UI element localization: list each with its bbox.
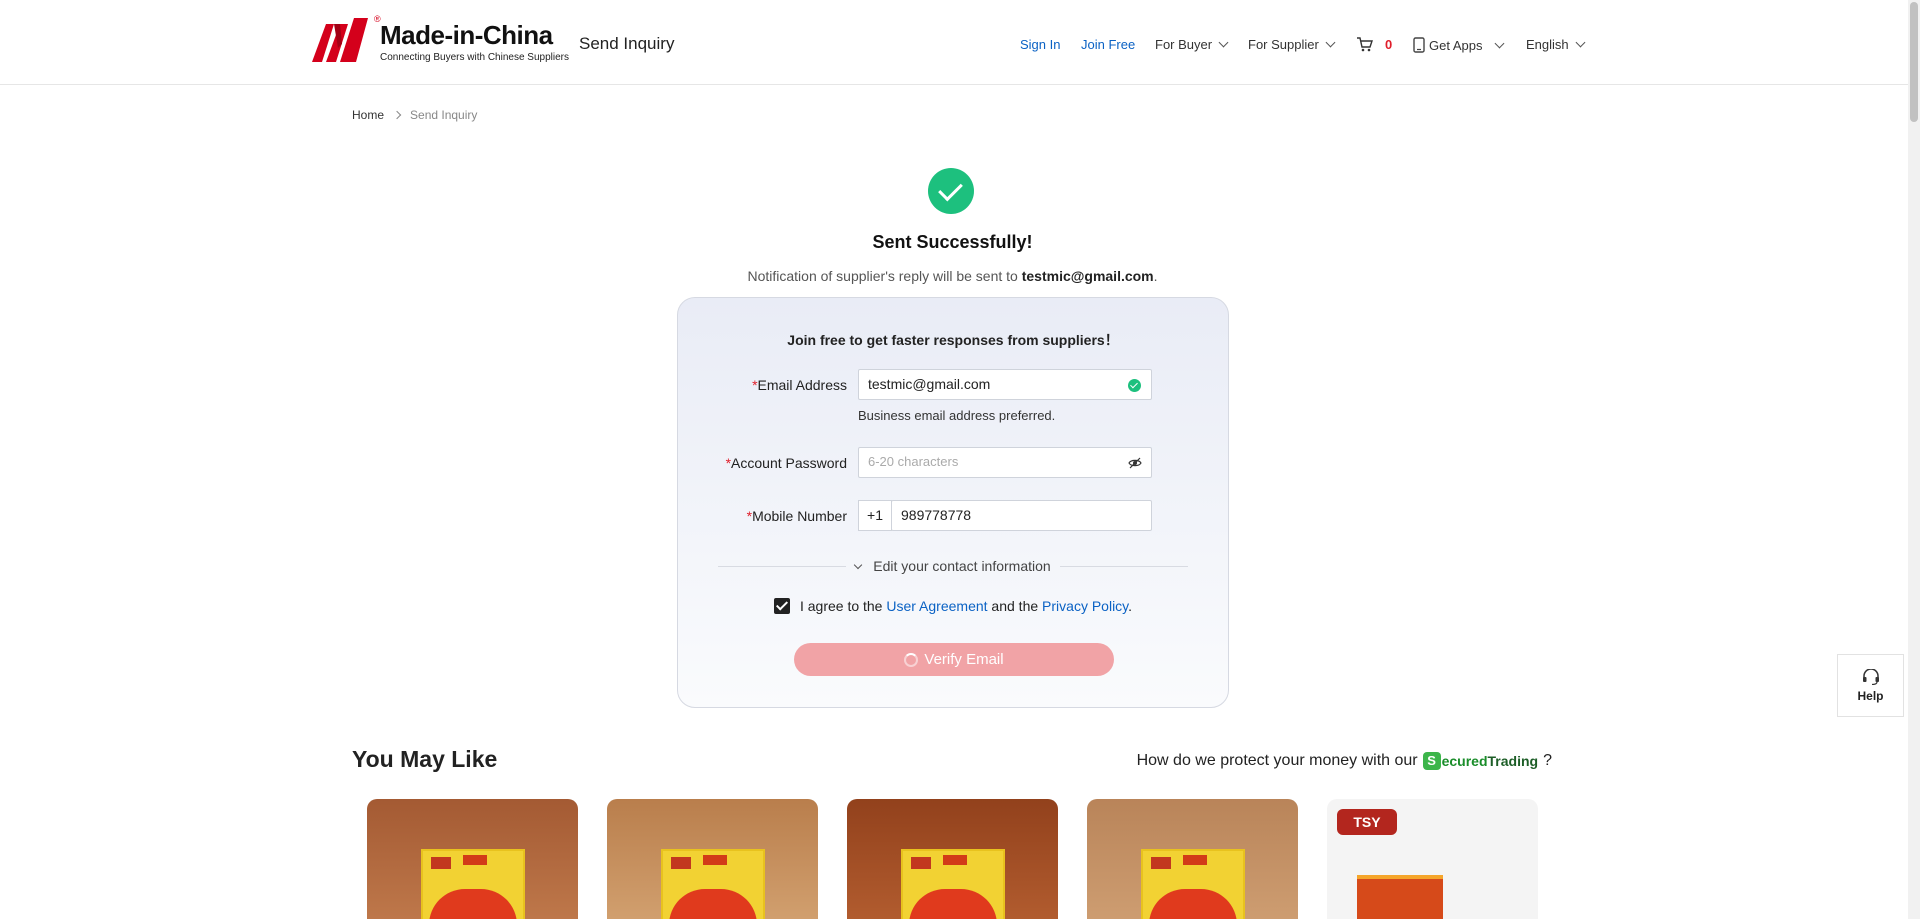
chevron-down-icon [1495, 38, 1505, 48]
eye-hidden-icon[interactable] [1128, 457, 1142, 469]
chevron-down-icon [1575, 37, 1586, 48]
agreement-text: I agree to the User Agreement and the Pr… [799, 598, 1133, 614]
secured-trading-logo: Secured Trading [1422, 752, 1538, 770]
verify-email-button[interactable]: Verify Email [794, 643, 1114, 676]
agree-checkbox[interactable] [773, 598, 790, 614]
chevron-down-icon [1218, 37, 1229, 48]
product-list: TSY [367, 799, 1538, 919]
edit-contact-toggle[interactable]: Edit your contact information [718, 558, 1188, 574]
help-button[interactable]: Help [1837, 654, 1904, 717]
breadcrumb: Home Send Inquiry [352, 108, 477, 122]
get-apps-menu[interactable]: Get Apps [1413, 37, 1505, 53]
breadcrumb-home[interactable]: Home [352, 108, 384, 122]
you-may-like-title: You May Like [352, 746, 498, 772]
country-code-select[interactable]: +1 [858, 500, 892, 531]
mobile-number-field[interactable]: 989778778 [891, 500, 1152, 531]
cart-icon [1357, 37, 1373, 52]
phone-icon [1413, 37, 1425, 53]
cart-count: 0 [1385, 37, 1393, 52]
user-agreement-link[interactable]: User Agreement [886, 598, 987, 614]
notification-text: Notification of supplier's reply will be… [747, 268, 1158, 284]
language-menu[interactable]: English [1526, 37, 1586, 52]
password-label: *Account Password [725, 455, 847, 471]
card-title: Join free to get faster responses from s… [787, 332, 1119, 348]
product-image [661, 849, 765, 919]
chevron-right-icon [392, 110, 402, 120]
email-label: *Email Address [752, 377, 847, 393]
email-hint: Business email address preferred. [858, 408, 1056, 423]
headset-icon [1862, 669, 1879, 685]
edit-contact-row: Edit your contact information [718, 556, 1188, 576]
password-field[interactable]: 6-20 characters [858, 447, 1152, 478]
secured-shield-icon: S [1422, 752, 1441, 770]
agreement-row: I agree to the User Agreement and the Pr… [678, 598, 1228, 614]
notification-email: testmic@gmail.com [1021, 268, 1154, 284]
secured-trading-banner[interactable]: How do we protect your money with our Se… [1137, 752, 1552, 770]
chevron-down-icon [1325, 37, 1336, 48]
success-check-icon [928, 168, 974, 214]
email-field[interactable]: testmic@gmail.com [858, 369, 1152, 400]
product-card[interactable] [1087, 799, 1298, 919]
chevron-down-icon [854, 560, 863, 570]
logo-mark-icon [312, 18, 368, 62]
logo-tagline: Connecting Buyers with Chinese Suppliers [380, 52, 569, 63]
product-card[interactable] [607, 799, 818, 919]
breadcrumb-current: Send Inquiry [410, 108, 478, 122]
for-supplier-menu[interactable]: For Supplier [1248, 37, 1336, 52]
product-card[interactable] [367, 799, 578, 919]
product-card[interactable] [847, 799, 1058, 919]
product-card[interactable]: TSY [1327, 799, 1538, 919]
sign-in-link[interactable]: Sign In [1020, 37, 1060, 52]
logo-text: Made-in-China [380, 20, 553, 50]
join-free-card: Join free to get faster responses from s… [677, 297, 1229, 708]
valid-check-icon [1128, 379, 1141, 392]
site-header: ® Made-in-China Connecting Buyers with C… [0, 0, 1908, 85]
scrollbar-thumb[interactable] [1910, 2, 1918, 122]
page-scrollbar[interactable] [1908, 0, 1920, 919]
product-image [421, 849, 525, 919]
success-title: Sent Successfully! [872, 232, 1033, 252]
join-free-link[interactable]: Join Free [1081, 37, 1135, 52]
cart-button[interactable]: 0 [1356, 37, 1392, 52]
privacy-policy-link[interactable]: Privacy Policy [1042, 598, 1128, 614]
product-image [901, 849, 1005, 919]
loading-spinner-icon [904, 652, 919, 667]
made-in-china-logo[interactable]: ® Made-in-China Connecting Buyers with C… [312, 14, 569, 64]
mobile-label: *Mobile Number [746, 508, 847, 524]
for-buyer-menu[interactable]: For Buyer [1155, 37, 1229, 52]
page-tag: Send Inquiry [579, 34, 675, 53]
product-image [1141, 849, 1245, 919]
tsy-brand-logo: TSY [1337, 809, 1397, 835]
product-image [1357, 875, 1443, 919]
